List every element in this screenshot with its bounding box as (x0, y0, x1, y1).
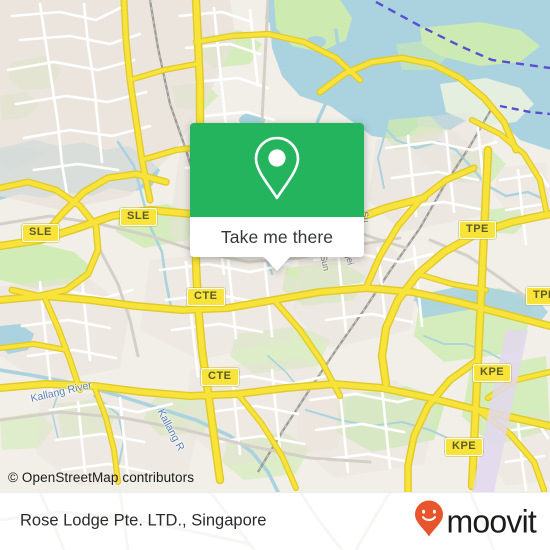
highway-shield[interactable]: TPE (526, 287, 550, 305)
moovit-map-screenshot: SLE SLE CTE CTE TPE TPE KPE KPE Kallang … (0, 0, 550, 550)
callout-icon-area (190, 123, 364, 217)
moovit-pin-smiley-icon (414, 500, 444, 543)
location-callout-card[interactable]: Take me there (190, 123, 364, 271)
moovit-brand-logo[interactable]: moovit (414, 500, 537, 543)
take-me-there-button[interactable]: Take me there (190, 217, 364, 257)
map-pin-icon (248, 132, 306, 209)
highway-shield[interactable]: SLE (120, 208, 157, 226)
highway-shield[interactable]: CTE (187, 288, 225, 306)
highway-shield[interactable]: SLE (22, 224, 59, 242)
footer-bar: Rose Lodge Pte. LTD., Singapore moovit (0, 492, 550, 550)
callout-tail (264, 257, 290, 271)
take-me-there-label: Take me there (220, 226, 334, 247)
highway-shield[interactable]: CTE (201, 368, 239, 386)
highway-shield[interactable]: KPE (473, 364, 512, 382)
osm-attribution[interactable]: © OpenStreetMap contributors (8, 470, 194, 485)
moovit-wordmark: moovit (446, 503, 537, 539)
highway-shield[interactable]: TPE (459, 221, 496, 239)
highway-shield[interactable]: KPE (445, 438, 484, 456)
page-title: Rose Lodge Pte. LTD., Singapore (20, 511, 267, 530)
